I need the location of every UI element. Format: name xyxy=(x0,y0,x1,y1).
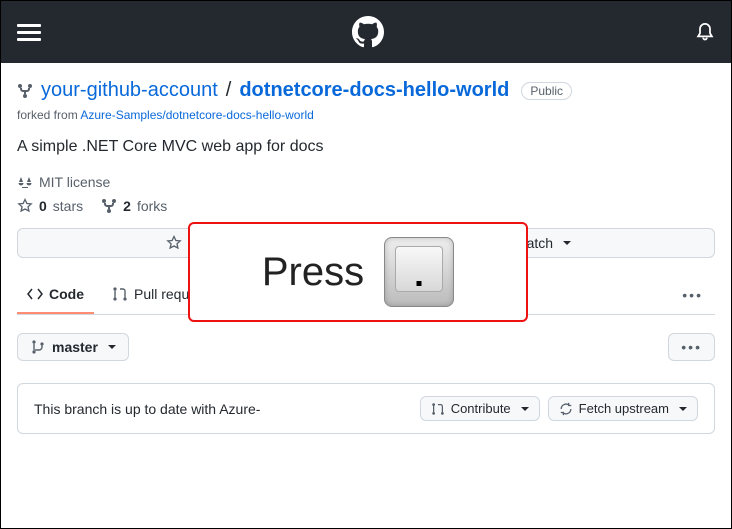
top-navbar xyxy=(1,1,731,63)
contribute-button[interactable]: Contribute xyxy=(420,396,540,421)
forked-from: forked from Azure-Samples/dotnetcore-doc… xyxy=(17,108,715,122)
branch-name: master xyxy=(52,339,98,355)
forks-label: forks xyxy=(137,198,167,214)
callout-label: Press xyxy=(262,250,364,295)
fork-icon xyxy=(101,198,117,214)
github-logo-icon[interactable] xyxy=(352,16,384,48)
press-key-callout: Press xyxy=(188,222,528,322)
repo-description: A simple .NET Core MVC web app for docs xyxy=(17,138,715,156)
repo-header: your-github-account / dotnetcore-docs-he… xyxy=(17,79,715,102)
stars-item[interactable]: 0 stars xyxy=(17,198,83,214)
branch-icon xyxy=(30,339,46,355)
fetch-upstream-button[interactable]: Fetch upstream xyxy=(548,396,698,421)
license-item[interactable]: MIT license xyxy=(17,174,110,190)
repo-fork-icon xyxy=(17,83,33,99)
sync-icon xyxy=(559,402,573,416)
visibility-badge: Public xyxy=(521,82,572,100)
branch-status-text: This branch is up to date with Azure- xyxy=(34,401,412,417)
forks-item[interactable]: 2 forks xyxy=(101,198,167,214)
more-actions-button[interactable]: ••• xyxy=(668,333,715,361)
repo-separator: / xyxy=(226,79,232,102)
pull-request-icon xyxy=(431,402,445,416)
stars-count: 0 xyxy=(39,198,47,214)
tab-code[interactable]: Code xyxy=(17,276,94,314)
stars-label: stars xyxy=(53,198,83,214)
forks-count: 2 xyxy=(123,198,131,214)
branch-select-button[interactable]: master xyxy=(17,333,129,361)
period-key-icon xyxy=(384,237,454,307)
tabs-more-button[interactable]: ••• xyxy=(670,279,715,311)
star-icon xyxy=(17,198,33,214)
license-label: MIT license xyxy=(39,174,110,190)
star-icon xyxy=(166,235,182,251)
branch-status-box: This branch is up to date with Azure- Co… xyxy=(17,383,715,434)
notifications-bell-icon[interactable] xyxy=(695,22,715,42)
forked-from-link[interactable]: Azure-Samples/dotnetcore-docs-hello-worl… xyxy=(80,108,313,122)
repo-owner-link[interactable]: your-github-account xyxy=(41,79,218,102)
scale-icon xyxy=(17,174,33,190)
repo-name-link[interactable]: dotnetcore-docs-hello-world xyxy=(239,79,509,101)
menu-icon[interactable] xyxy=(17,20,41,44)
